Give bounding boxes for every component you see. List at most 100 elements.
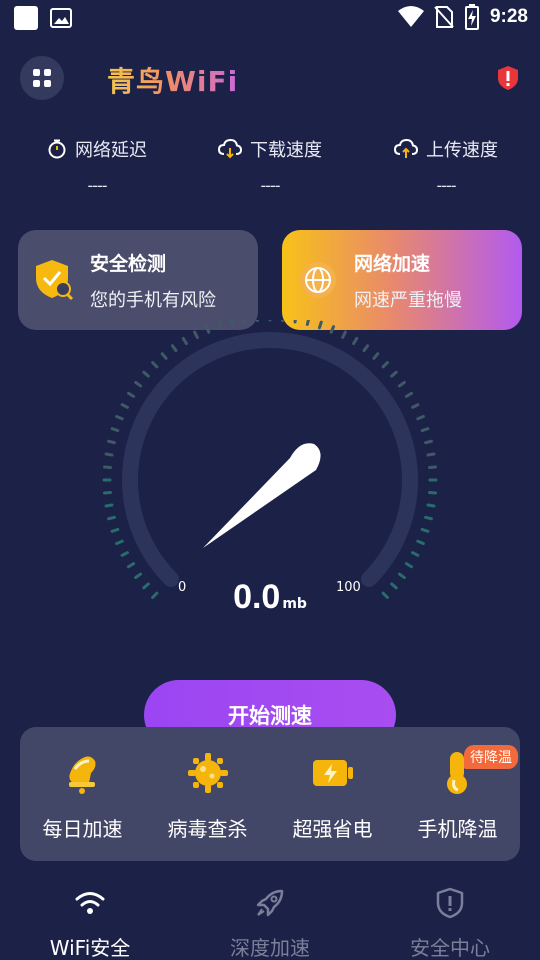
rocket-icon bbox=[256, 889, 284, 917]
gauge-tick bbox=[151, 361, 159, 369]
gauge-tick bbox=[120, 551, 129, 557]
tools-panel: 每日加速 病毒查杀 超强省电 待降温 手机降温 bbox=[20, 727, 520, 861]
app-header: 青鸟WiFi bbox=[0, 55, 540, 101]
security-check-card[interactable]: 安全检测 您的手机有风险 bbox=[18, 230, 258, 330]
notification-square-icon bbox=[14, 6, 38, 30]
gauge-tick bbox=[381, 361, 389, 369]
stat-upload: 上传速度 ---- bbox=[366, 136, 526, 195]
tool-label-virus-scan: 病毒查杀 bbox=[167, 817, 248, 841]
tool-daily-accelerate[interactable]: 每日加速 bbox=[20, 749, 145, 842]
gauge-tick bbox=[362, 344, 370, 353]
gauge-tick bbox=[293, 320, 297, 324]
gauge-tick bbox=[352, 336, 359, 346]
gauge-tick bbox=[181, 336, 188, 346]
gauge-tick bbox=[217, 320, 223, 330]
security-card-subtitle: 您的手机有风险 bbox=[90, 289, 216, 311]
tool-label-power-saving: 超强省电 bbox=[292, 817, 373, 841]
gauge-tick bbox=[142, 370, 150, 378]
security-card-title: 安全检测 bbox=[90, 252, 167, 275]
speed-value: 0.0 bbox=[233, 578, 281, 616]
gauge-tick bbox=[204, 325, 211, 334]
gauge-tick bbox=[160, 352, 168, 360]
nav-deep-accelerate[interactable]: 深度加速 bbox=[180, 886, 360, 960]
gauge-tick bbox=[193, 330, 199, 339]
timer-icon bbox=[48, 139, 66, 159]
tool-phone-cooling[interactable]: 待降温 手机降温 bbox=[395, 745, 520, 842]
gauge-tick bbox=[416, 414, 425, 421]
security-shield-icon bbox=[36, 260, 74, 301]
image-icon bbox=[50, 8, 72, 28]
menu-button[interactable] bbox=[20, 56, 64, 100]
shield-alert-icon[interactable] bbox=[496, 65, 520, 91]
accelerate-card-subtitle: 网速严重拖慢 bbox=[354, 289, 462, 311]
gauge-tick bbox=[426, 452, 436, 457]
stat-latency-value: ---- bbox=[87, 176, 107, 195]
app-title: 青鸟WiFi bbox=[107, 60, 238, 100]
tool-label-phone-cooling: 手机降温 bbox=[417, 817, 498, 841]
speed-unit: mb bbox=[282, 596, 307, 612]
gauge-tick bbox=[426, 503, 436, 508]
speed-gauge: 0 100 0.0 mb bbox=[90, 320, 450, 630]
gauge-tick bbox=[110, 427, 120, 433]
no-sim-icon bbox=[434, 6, 454, 28]
tool-virus-scan[interactable]: 病毒查杀 bbox=[145, 749, 270, 842]
wifi-icon bbox=[75, 892, 105, 914]
clock: 9:28 bbox=[489, 6, 528, 27]
nav-wifi-security[interactable]: WiFi安全 bbox=[0, 886, 180, 960]
gauge-tick bbox=[411, 551, 420, 557]
stat-latency: 网络延迟 ---- bbox=[17, 136, 177, 195]
gauge-tick bbox=[126, 391, 136, 398]
bottom-navigation: WiFi安全 深度加速 安全中心 bbox=[0, 872, 540, 960]
nav-security-center[interactable]: 安全中心 bbox=[360, 886, 540, 960]
stat-download-value: ---- bbox=[260, 176, 280, 195]
gauge-tick bbox=[420, 527, 430, 533]
stat-download-label: 下载速度 bbox=[250, 140, 322, 161]
gauge-tick bbox=[305, 320, 310, 326]
gauge-tick bbox=[120, 403, 129, 409]
gauge-tick bbox=[390, 370, 398, 378]
stat-latency-label: 网络延迟 bbox=[75, 140, 147, 161]
gauge-tick bbox=[416, 539, 425, 546]
gauge-tick bbox=[404, 391, 414, 398]
gauge-tick bbox=[397, 380, 406, 388]
gauge-tick bbox=[230, 320, 235, 326]
gauge-tick bbox=[126, 562, 136, 569]
cloud-download-icon bbox=[218, 139, 242, 159]
gauge-tick bbox=[170, 344, 178, 353]
gauge-tick bbox=[243, 320, 247, 324]
network-accelerate-card[interactable]: 网络加速 网速严重拖慢 bbox=[282, 230, 522, 330]
cloud-upload-icon bbox=[394, 139, 418, 158]
gauge-tick bbox=[115, 539, 124, 546]
cooling-badge: 待降温 bbox=[464, 745, 518, 769]
virus-gear-icon bbox=[187, 753, 228, 793]
gauge-tick bbox=[107, 439, 116, 445]
gauge-speed-readout: 0.0 mb bbox=[90, 578, 450, 617]
gauge-tick bbox=[107, 515, 116, 521]
gauge-tick bbox=[420, 427, 430, 433]
bell-icon bbox=[68, 756, 95, 794]
gauge-track bbox=[122, 332, 418, 587]
gauge-tick bbox=[411, 403, 420, 409]
stat-download: 下载速度 ---- bbox=[190, 136, 350, 195]
network-stats: 网络延迟 ---- 下载速度 ---- 上传速度 ---- bbox=[0, 136, 540, 206]
globe-icon bbox=[300, 262, 336, 298]
stat-upload-value: ---- bbox=[436, 176, 456, 195]
wifi-signal-icon bbox=[397, 6, 424, 27]
gauge-tick bbox=[317, 320, 323, 330]
gauge-tick bbox=[424, 439, 433, 445]
nav-label-deep-accelerate: 深度加速 bbox=[230, 936, 310, 960]
gauge-tick bbox=[104, 452, 114, 457]
tool-power-saving[interactable]: 超强省电 bbox=[270, 749, 395, 842]
nav-label-security-center: 安全中心 bbox=[410, 936, 490, 960]
battery-icon bbox=[312, 760, 353, 786]
shield-icon bbox=[436, 887, 464, 919]
gauge-needle bbox=[203, 443, 321, 548]
gauge-tick bbox=[424, 515, 433, 521]
nav-label-wifi-security: WiFi安全 bbox=[49, 936, 131, 960]
gauge-tick bbox=[404, 562, 414, 569]
gauge-tick bbox=[134, 380, 143, 388]
accelerate-card-title: 网络加速 bbox=[354, 252, 431, 275]
tool-label-daily-accelerate: 每日加速 bbox=[42, 817, 123, 841]
status-bar: 9:28 bbox=[0, 0, 540, 36]
gauge-tick bbox=[329, 325, 336, 334]
